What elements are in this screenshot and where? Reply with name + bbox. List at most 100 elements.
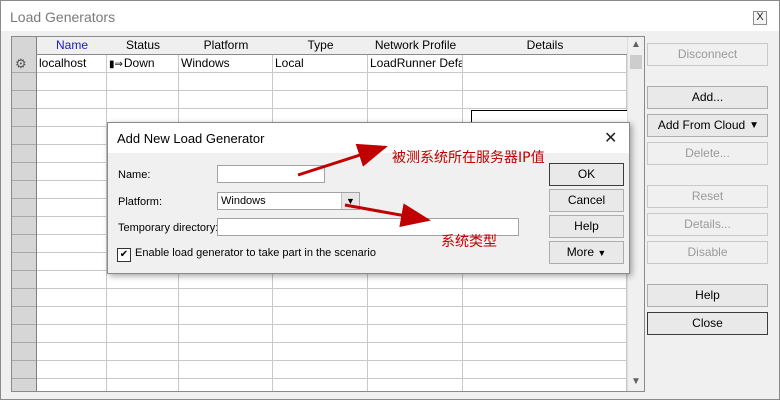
cell-status[interactable] xyxy=(107,289,179,307)
row-header[interactable] xyxy=(12,145,36,163)
details-button[interactable]: Details... xyxy=(647,213,768,236)
cell-name[interactable] xyxy=(37,217,107,235)
cell-name[interactable] xyxy=(37,199,107,217)
row-header[interactable] xyxy=(12,73,36,91)
cell-network-profile[interactable] xyxy=(368,343,463,361)
cell-details[interactable] xyxy=(463,289,627,307)
cell-name[interactable]: ⚙ localhost xyxy=(15,55,107,73)
cell-name[interactable] xyxy=(37,73,107,91)
cell-details[interactable] xyxy=(463,307,627,325)
cell-type[interactable] xyxy=(273,91,368,109)
cell-details[interactable] xyxy=(463,55,627,73)
cell-name[interactable] xyxy=(37,361,107,379)
row-header[interactable] xyxy=(12,109,36,127)
cell-network-profile[interactable] xyxy=(368,289,463,307)
disconnect-button[interactable]: Disconnect xyxy=(647,43,768,66)
cell-network-profile[interactable] xyxy=(368,325,463,343)
platform-select[interactable]: Windows ▼ xyxy=(217,192,360,210)
cancel-button[interactable]: Cancel xyxy=(549,189,624,212)
cell-platform[interactable] xyxy=(179,73,273,91)
scroll-down-icon[interactable]: ▼ xyxy=(631,376,641,387)
row-header[interactable] xyxy=(12,199,36,217)
cell-platform[interactable] xyxy=(179,289,273,307)
row-header[interactable] xyxy=(12,181,36,199)
cell-status[interactable] xyxy=(107,379,179,391)
column-header-network-profile[interactable]: Network Profile xyxy=(368,37,464,55)
cell-name[interactable] xyxy=(37,253,107,271)
cell-name[interactable] xyxy=(37,289,107,307)
cell-name[interactable] xyxy=(37,163,107,181)
cell-platform[interactable] xyxy=(179,307,273,325)
cell-name[interactable] xyxy=(37,235,107,253)
enable-checkbox[interactable]: ✔ xyxy=(117,248,131,262)
reset-button[interactable]: Reset xyxy=(647,185,768,208)
cell-platform[interactable] xyxy=(179,325,273,343)
name-input[interactable] xyxy=(217,165,325,183)
window-close-button[interactable]: X xyxy=(753,11,767,25)
cell-name[interactable] xyxy=(37,379,107,391)
cell-status[interactable] xyxy=(107,325,179,343)
cell-name[interactable] xyxy=(37,325,107,343)
cell-network-profile[interactable] xyxy=(368,91,463,109)
cell-type[interactable] xyxy=(273,73,368,91)
row-header[interactable] xyxy=(12,343,36,361)
add-from-cloud-button[interactable]: Add From Cloud ▼ xyxy=(647,114,768,137)
row-header[interactable] xyxy=(12,289,36,307)
cell-platform[interactable] xyxy=(179,91,273,109)
cell-status[interactable] xyxy=(107,91,179,109)
cell-network-profile[interactable] xyxy=(368,307,463,325)
cell-network-profile[interactable] xyxy=(368,379,463,391)
disable-button[interactable]: Disable xyxy=(647,241,768,264)
more-button[interactable]: More ▼ xyxy=(549,241,624,264)
dialog-close-icon[interactable]: ✕ xyxy=(604,128,617,148)
cell-network-profile[interactable]: LoadRunner Defaul xyxy=(368,55,463,73)
cell-details[interactable] xyxy=(463,343,627,361)
cell-name[interactable] xyxy=(37,91,107,109)
cell-platform[interactable]: Windows xyxy=(179,55,273,73)
cell-details[interactable] xyxy=(463,91,627,109)
row-header[interactable] xyxy=(12,325,36,343)
cell-status[interactable] xyxy=(107,361,179,379)
cell-name[interactable] xyxy=(37,127,107,145)
chevron-down-icon[interactable]: ▼ xyxy=(341,193,359,209)
cell-details[interactable] xyxy=(463,361,627,379)
row-header[interactable] xyxy=(12,127,36,145)
row-header[interactable] xyxy=(12,235,36,253)
dialog-help-button[interactable]: Help xyxy=(549,215,624,238)
cell-name[interactable] xyxy=(37,271,107,289)
cell-details[interactable] xyxy=(463,73,627,91)
cell-status[interactable] xyxy=(107,73,179,91)
row-header[interactable] xyxy=(12,361,36,379)
cell-name[interactable] xyxy=(37,145,107,163)
cell-name[interactable] xyxy=(37,109,107,127)
column-header-name[interactable]: Name xyxy=(37,37,108,55)
scroll-thumb[interactable] xyxy=(630,55,642,69)
cell-type[interactable] xyxy=(273,343,368,361)
cell-type[interactable] xyxy=(273,361,368,379)
column-header-status[interactable]: Status xyxy=(107,37,180,55)
cell-platform[interactable] xyxy=(179,361,273,379)
cell-type[interactable] xyxy=(273,379,368,391)
cell-type[interactable]: Local xyxy=(273,55,368,73)
row-header[interactable] xyxy=(12,163,36,181)
cell-type[interactable] xyxy=(273,307,368,325)
cell-name[interactable] xyxy=(37,181,107,199)
column-header-platform[interactable]: Platform xyxy=(179,37,274,55)
cell-details[interactable] xyxy=(463,379,627,391)
row-header[interactable] xyxy=(12,307,36,325)
row-header[interactable] xyxy=(12,253,36,271)
cell-name[interactable] xyxy=(37,307,107,325)
cell-platform[interactable] xyxy=(179,343,273,361)
cell-details[interactable] xyxy=(463,325,627,343)
cell-network-profile[interactable] xyxy=(368,73,463,91)
cell-platform[interactable] xyxy=(179,379,273,391)
cell-network-profile[interactable] xyxy=(368,361,463,379)
column-header-details[interactable]: Details xyxy=(463,37,628,55)
column-header-type[interactable]: Type xyxy=(273,37,369,55)
row-header[interactable] xyxy=(12,271,36,289)
cell-status[interactable] xyxy=(107,307,179,325)
close-button[interactable]: Close xyxy=(647,312,768,335)
help-button[interactable]: Help xyxy=(647,284,768,307)
scroll-up-icon[interactable]: ▲ xyxy=(631,39,641,50)
row-header[interactable] xyxy=(12,217,36,235)
